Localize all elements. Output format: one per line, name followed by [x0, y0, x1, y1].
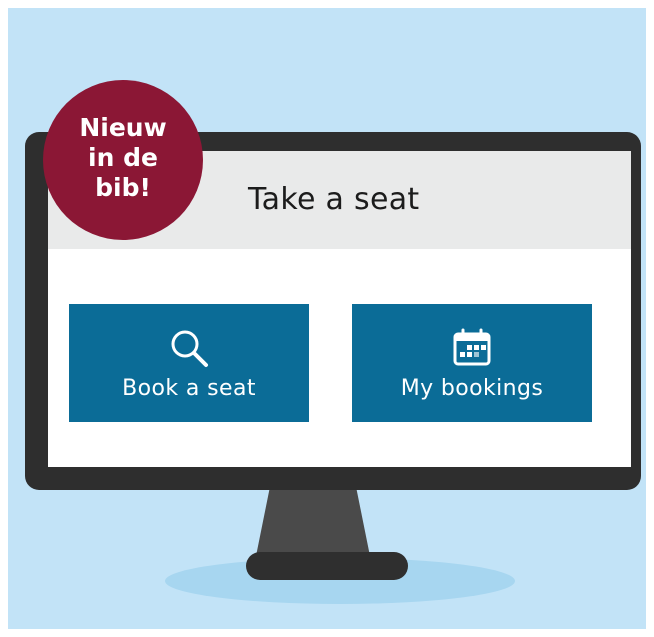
book-a-seat-label: Book a seat: [122, 375, 256, 401]
app-title: Take a seat: [248, 182, 420, 217]
badge-line-1: Nieuw: [79, 113, 167, 142]
badge-line-3: bib!: [95, 173, 151, 202]
my-bookings-button[interactable]: My bookings: [352, 304, 592, 422]
badge-line-2: in de: [88, 143, 158, 172]
monitor-stand-base: [246, 552, 408, 580]
badge-text: Nieuw in de bib!: [63, 113, 183, 203]
book-a-seat-button[interactable]: Book a seat: [69, 304, 309, 422]
new-in-library-badge: Nieuw in de bib!: [43, 80, 203, 240]
search-icon: [171, 330, 208, 367]
my-bookings-label: My bookings: [400, 375, 544, 401]
calendar-icon: [453, 328, 491, 365]
